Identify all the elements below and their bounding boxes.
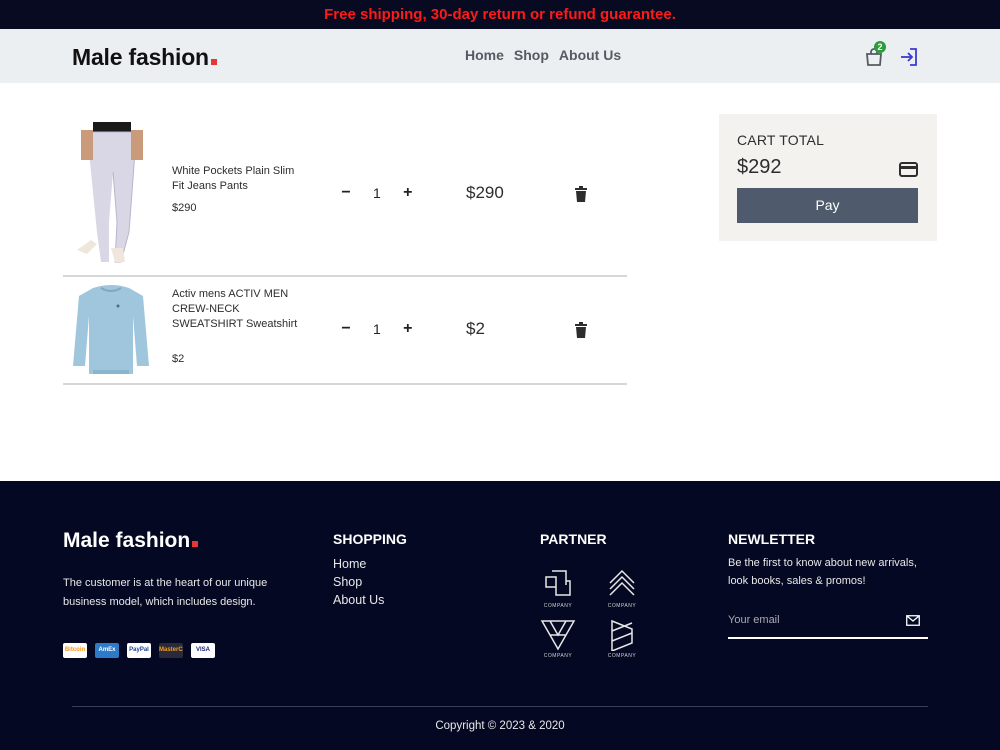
login-icon[interactable] [898, 46, 920, 68]
cart-total-box: CART TOTAL $292 Pay [719, 114, 937, 241]
trash-icon[interactable] [574, 186, 588, 202]
partner-logo-icon [611, 619, 633, 653]
decrease-quantity-button[interactable]: − [341, 320, 351, 338]
paypal-icon: PayPal [127, 643, 151, 658]
partner-logo: COMPANY [538, 617, 578, 663]
logo[interactable]: Male fashion [72, 44, 217, 71]
quantity-stepper: − 1 + [341, 320, 413, 338]
product-price: $2 [172, 353, 185, 365]
newsletter-description: Be the first to know about new arrivals,… [728, 557, 917, 587]
logo-dot [210, 59, 217, 65]
cart-total-label: CART TOTAL [737, 132, 825, 148]
cart-item-row: Activ mens ACTIV MEN CREW-NECK SWEATSHIR… [63, 278, 627, 385]
mail-icon[interactable] [906, 615, 920, 626]
newsletter-form [728, 609, 928, 639]
decrease-quantity-button[interactable]: − [341, 184, 351, 202]
item-total: $2 [466, 319, 485, 338]
email-input[interactable] [728, 609, 893, 631]
quantity-stepper: − 1 + [341, 184, 413, 202]
credit-card-icon [899, 162, 918, 177]
cart-count-badge: 2 [874, 41, 886, 53]
partner-caption: COMPANY [543, 603, 573, 609]
site-header: Male fashion Home Shop About Us 2 [0, 29, 1000, 83]
copyright-text: Copyright © 2023 & 2020 [435, 720, 565, 732]
cart-item-row: White Pockets Plain Slim Fit Jeans Pants… [63, 122, 627, 277]
partner-logo-icon [609, 569, 635, 596]
partner-logo-icon [540, 620, 576, 651]
footer-description: The customer is at the heart of our uniq… [63, 577, 268, 608]
footer-logo-dot [192, 541, 199, 547]
main-nav: Home Shop About Us [465, 47, 621, 63]
cart-total-amount: $292 [737, 156, 782, 178]
footer-divider [72, 706, 928, 707]
nav-about-us[interactable]: About Us [559, 47, 621, 63]
shopping-title: SHOPPING [333, 531, 407, 547]
partner-logo: COMPANY [602, 617, 642, 663]
increase-quantity-button[interactable]: + [403, 184, 413, 202]
pay-button[interactable]: Pay [737, 188, 918, 223]
partner-title: PARTNER [540, 531, 607, 547]
bitcoin-icon: Bitcoin [63, 643, 87, 658]
product-name[interactable]: Activ mens ACTIV MEN CREW-NECK SWEATSHIR… [172, 287, 302, 332]
partner-caption: COMPANY [543, 653, 573, 659]
product-image-jeans[interactable] [71, 122, 151, 268]
item-total: $290 [466, 183, 504, 202]
nav-shop[interactable]: Shop [514, 47, 549, 63]
newsletter-title: NEWLETTER [728, 531, 816, 547]
amex-icon: AmEx [95, 643, 119, 658]
footer-link-shop[interactable]: Shop [333, 575, 384, 589]
logo-text: Male fashion [72, 44, 209, 70]
payment-methods: Bitcoin AmEx PayPal MasterCard VISA [63, 643, 215, 658]
site-footer: Male fashion The customer is at the hear… [0, 481, 1000, 750]
shopping-links: Home Shop About Us [333, 557, 384, 607]
quantity-value: 1 [373, 321, 381, 337]
increase-quantity-button[interactable]: + [403, 320, 413, 338]
footer-logo-text: Male fashion [63, 529, 191, 552]
partner-logo-icon [545, 570, 571, 596]
visa-icon: VISA [191, 643, 215, 658]
footer-link-about-us[interactable]: About Us [333, 593, 384, 607]
product-name[interactable]: White Pockets Plain Slim Fit Jeans Pants [172, 164, 302, 194]
trash-icon[interactable] [574, 322, 588, 338]
footer-link-home[interactable]: Home [333, 557, 384, 571]
announcement-text: Free shipping, 30-day return or refund g… [324, 6, 676, 23]
partner-logo: COMPANY [538, 567, 578, 613]
partner-caption: COMPANY [607, 603, 637, 609]
partner-logo: COMPANY [602, 567, 642, 613]
nav-home[interactable]: Home [465, 47, 504, 63]
announcement-bar: Free shipping, 30-day return or refund g… [0, 0, 1000, 29]
footer-logo[interactable]: Male fashion [63, 529, 199, 553]
quantity-value: 1 [373, 185, 381, 201]
partner-caption: COMPANY [607, 653, 637, 659]
product-image-sweatshirt[interactable] [71, 284, 151, 376]
product-price: $290 [172, 202, 197, 214]
mastercard-icon: MasterCard [159, 643, 183, 658]
